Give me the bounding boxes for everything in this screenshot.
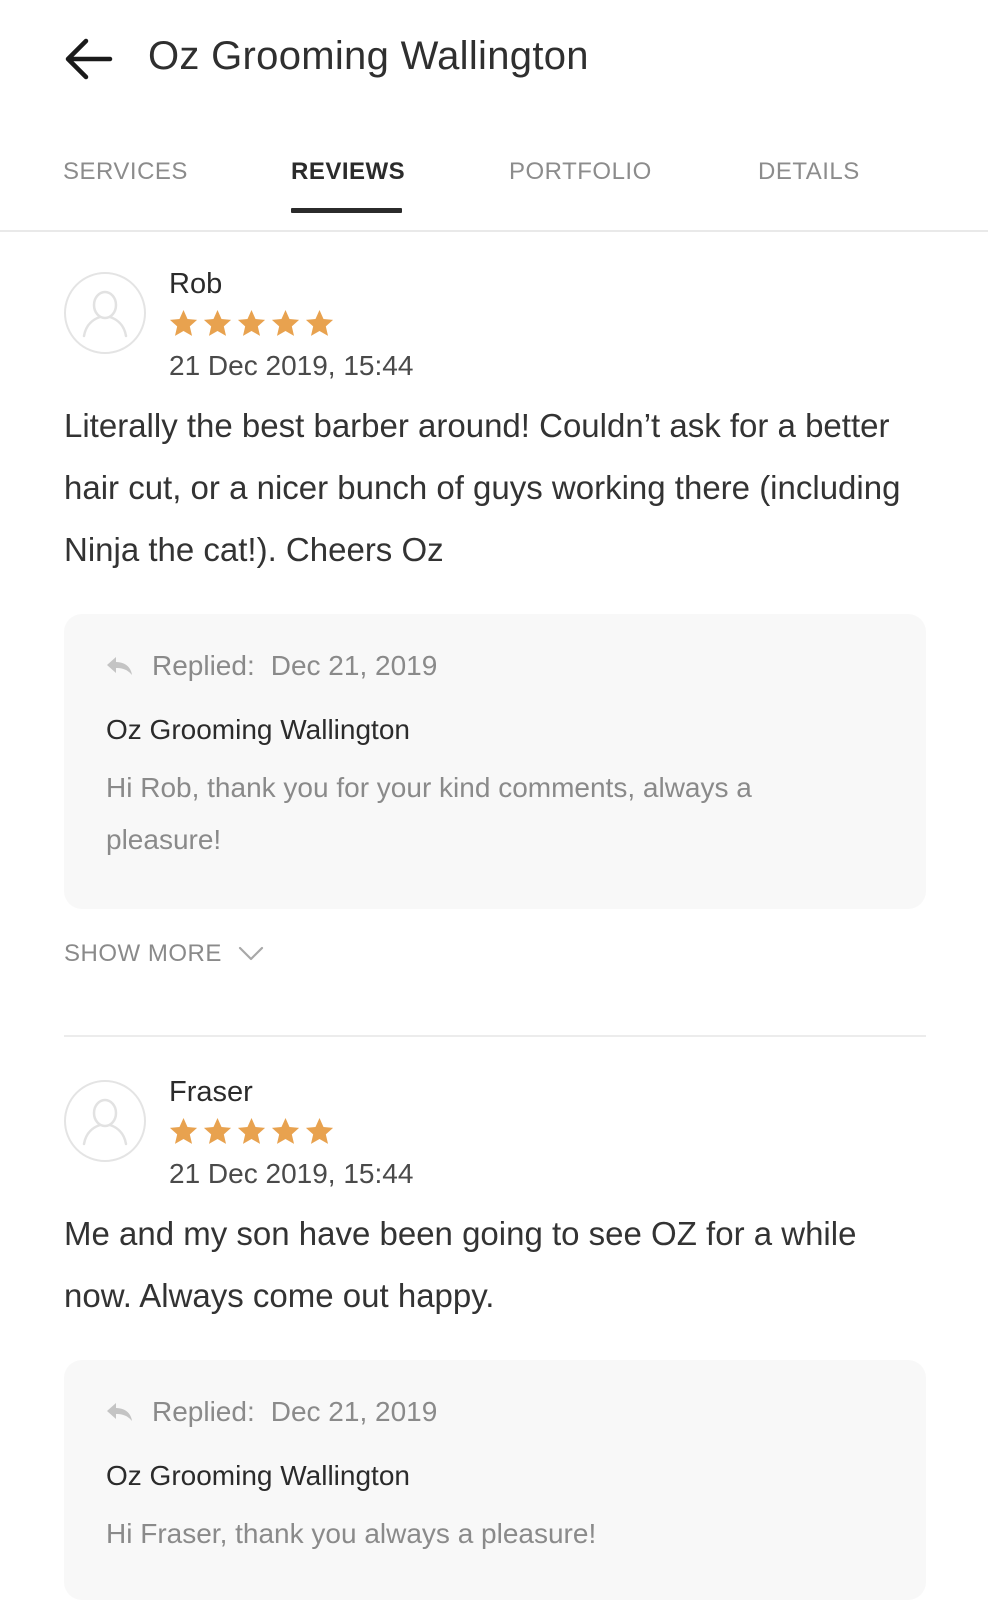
show-more-button[interactable]: SHOW MORE [64, 940, 264, 968]
star-icon [305, 309, 334, 336]
reply-meta: Replied: Dec 21, 2019 [104, 650, 437, 682]
app-header: Oz Grooming Wallington [0, 0, 988, 120]
avatar [64, 272, 146, 354]
avatar [64, 1080, 146, 1162]
arrow-left-icon [65, 38, 113, 80]
user-placeholder-icon [82, 290, 128, 338]
star-icon [169, 309, 198, 336]
show-more-label: SHOW MORE [64, 940, 222, 967]
reply-text: Hi Rob, thank you for your kind comments… [106, 772, 752, 855]
reply-author: Oz Grooming Wallington [106, 714, 410, 745]
review-divider [64, 1035, 926, 1037]
tab-reviews[interactable]: REVIEWS [291, 158, 405, 186]
review-date: 21 Dec 2019, 15:44 [169, 350, 414, 381]
tab-portfolio[interactable]: PORTFOLIO [509, 158, 652, 186]
star-icon [203, 309, 232, 336]
reply-date: Dec 21, 2019 [270, 1396, 438, 1427]
reviewer-name: Rob [169, 268, 223, 300]
active-tab-indicator [291, 208, 402, 213]
reviewer-name: Fraser [169, 1076, 253, 1108]
back-button[interactable] [58, 30, 118, 88]
star-icon [305, 1117, 334, 1144]
review-text: Me and my son have been going to see OZ … [64, 1215, 857, 1314]
tab-details[interactable]: DETAILS [758, 158, 860, 186]
owner-reply: Replied: Dec 21, 2019 Oz Grooming Wallin… [64, 614, 926, 909]
star-rating [168, 308, 335, 339]
reply-author: Oz Grooming Wallington [106, 1460, 410, 1491]
tab-bar: SERVICES REVIEWS PORTFOLIO DETAILS [0, 150, 988, 232]
owner-reply: Replied: Dec 21, 2019 Oz Grooming Wallin… [64, 1360, 926, 1600]
reply-date: Dec 21, 2019 [270, 650, 438, 681]
review-text: Literally the best barber around! Couldn… [64, 407, 901, 568]
star-icon [203, 1117, 232, 1144]
reply-text: Hi Fraser, thank you always a pleasure! [106, 1518, 597, 1549]
star-icon [169, 1117, 198, 1144]
reply-label: Replied: [152, 1396, 255, 1427]
star-icon [237, 1117, 266, 1144]
reply-arrow-icon [107, 657, 132, 675]
star-icon [271, 309, 300, 336]
user-placeholder-icon [82, 1098, 128, 1146]
page-title: Oz Grooming Wallington [148, 34, 589, 78]
star-rating [168, 1116, 335, 1147]
star-icon [237, 309, 266, 336]
reply-meta: Replied: Dec 21, 2019 [104, 1396, 437, 1428]
reply-label: Replied: [152, 650, 255, 681]
review-date: 21 Dec 2019, 15:44 [169, 1158, 414, 1189]
tab-services[interactable]: SERVICES [63, 158, 188, 186]
star-icon [271, 1117, 300, 1144]
chevron-down-icon [238, 946, 263, 961]
reply-arrow-icon [107, 1403, 132, 1421]
